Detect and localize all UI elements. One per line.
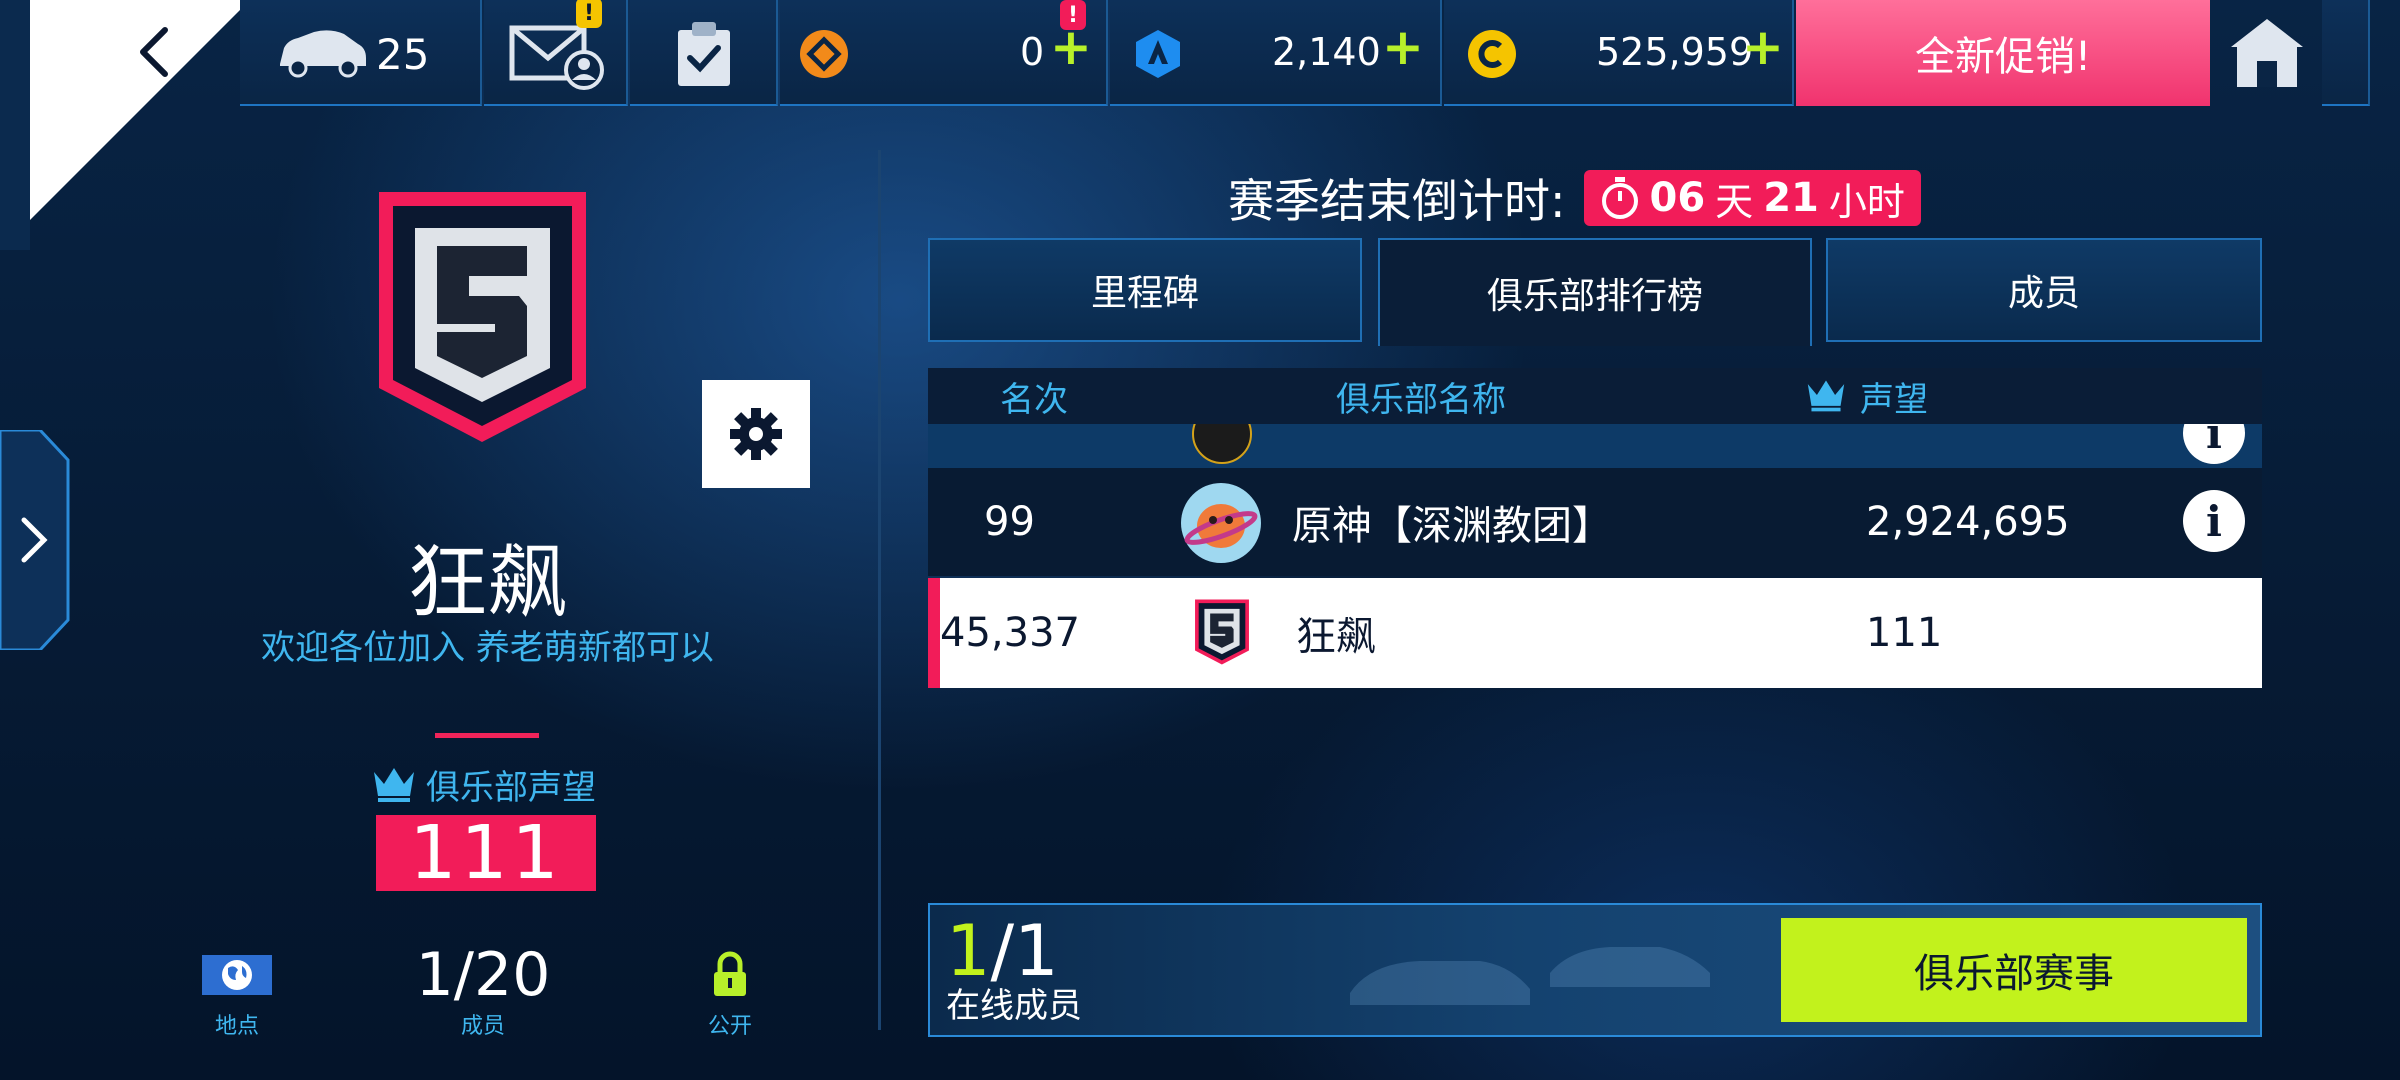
globe-icon [222, 960, 252, 990]
privacy-label: 公开 [707, 1014, 752, 1039]
credits-value: 525,959 [1596, 30, 1754, 74]
home-icon [2231, 19, 2303, 87]
table-row-own-club[interactable]: 45,337 狂飙 111 [928, 578, 2262, 688]
info-button[interactable]: i [2183, 490, 2245, 552]
mail-button[interactable]: ! [484, 0, 628, 106]
mail-icon [509, 25, 604, 90]
credits-icon [1468, 30, 1516, 78]
row-club-name: 狂飙 [1296, 614, 1376, 660]
credits-add-button[interactable]: + [1742, 18, 1784, 76]
row-reputation: 2,924,695 [1866, 499, 2070, 545]
tokens-value: 0 [1020, 30, 1045, 74]
table-row[interactable]: 99 原神【深渊教团】 2,924,695 i [928, 468, 2262, 576]
info-button[interactable]: i [2183, 424, 2245, 464]
club-events-button[interactable]: 俱乐部赛事 [1781, 918, 2247, 1022]
top-bar: 25 ! 0 + ! 2,140 + 525,959 + 全新促销! [0, 0, 2400, 250]
club-logo [1181, 483, 1261, 563]
blueprints-counter[interactable]: 2,140 + [1110, 0, 1442, 106]
club-name: 狂飙 [407, 536, 568, 629]
club-reputation-label: 俱乐部声望 [372, 762, 622, 808]
members-label: 成员 [460, 1014, 505, 1039]
cars-counter[interactable]: 25 [240, 0, 482, 106]
token-icon [800, 30, 848, 78]
tokens-counter[interactable]: 0 + ! [780, 0, 1108, 106]
club-logo [1192, 424, 1252, 464]
timer-days: 06 [1649, 175, 1706, 221]
row-club-name: 原神【深渊教团】 [1292, 503, 1612, 549]
tasks-button[interactable] [630, 0, 778, 106]
mail-alert-badge: ! [576, 0, 602, 28]
members-count: 1/20 [415, 940, 551, 1010]
row-reputation: 111 [1866, 610, 1943, 656]
back-button[interactable] [125, 22, 185, 82]
club-motto: 欢迎各位加入 养老萌新都可以 [261, 628, 714, 668]
club-settings-button[interactable] [702, 380, 810, 488]
season-timer: 06 天 21 小时 [1583, 170, 1921, 226]
credits-counter[interactable]: 525,959 + [1444, 0, 1794, 106]
promo-button[interactable]: 全新促销! [1796, 0, 2210, 106]
club-reputation-text: 俱乐部声望 [426, 767, 596, 808]
crown-icon [374, 768, 414, 802]
table-row-partial[interactable]: i [928, 424, 2262, 468]
row-rank: 99 [984, 499, 1035, 545]
timer-hours: 21 [1763, 175, 1819, 221]
top-bar-edge [2322, 0, 2370, 106]
club-reputation-value: 111 [376, 810, 596, 896]
chevron-right-icon [0, 428, 70, 652]
gear-icon [730, 408, 782, 460]
car-icon [280, 30, 366, 78]
tab-milestones[interactable]: 里程碑 [928, 238, 1362, 342]
row-rank: 45,337 [940, 610, 1080, 656]
side-strip [0, 0, 30, 250]
clipboard-check-icon [678, 22, 730, 86]
tokens-alert-badge: ! [1060, 0, 1086, 30]
leaderboard-header: 名次 俱乐部名称 声望 [928, 368, 2262, 424]
stopwatch-icon [1601, 177, 1638, 219]
club-emblem [379, 192, 586, 442]
club-logo [1195, 599, 1249, 665]
chevron-left-icon [140, 27, 168, 77]
lock-icon [714, 951, 746, 996]
location-button[interactable] [202, 955, 272, 995]
location-label: 地点 [214, 1014, 259, 1039]
blueprints-add-button[interactable]: + [1382, 18, 1424, 76]
timer-days-unit: 天 [1715, 179, 1754, 224]
privacy-button[interactable] [708, 950, 752, 998]
tab-members[interactable]: 成员 [1826, 238, 2262, 342]
highlight-marker [928, 578, 940, 688]
cars-background-art [1350, 947, 1710, 1005]
season-countdown-label: 赛季结束倒计时: [1228, 174, 1566, 228]
online-label: 在线成员 [946, 986, 1082, 1026]
side-panel-toggle[interactable] [0, 428, 70, 652]
header-club-name: 俱乐部名称 [1336, 379, 1506, 420]
header-reputation: 声望 [1860, 379, 1928, 420]
blueprints-value: 2,140 [1272, 30, 1381, 74]
divider-accent [435, 733, 539, 738]
timer-hours-unit: 小时 [1828, 179, 1905, 224]
season-countdown: 赛季结束倒计时: 06 天 21 小时 [1228, 168, 1921, 228]
crown-icon [1807, 380, 1845, 412]
cars-count: 25 [376, 30, 430, 79]
home-button[interactable] [2212, 0, 2322, 106]
panel-divider [878, 150, 881, 1030]
header-rank: 名次 [1000, 379, 1068, 420]
blueprint-icon [1136, 30, 1180, 78]
tab-club-leaderboard[interactable]: 俱乐部排行榜 [1378, 238, 1812, 346]
